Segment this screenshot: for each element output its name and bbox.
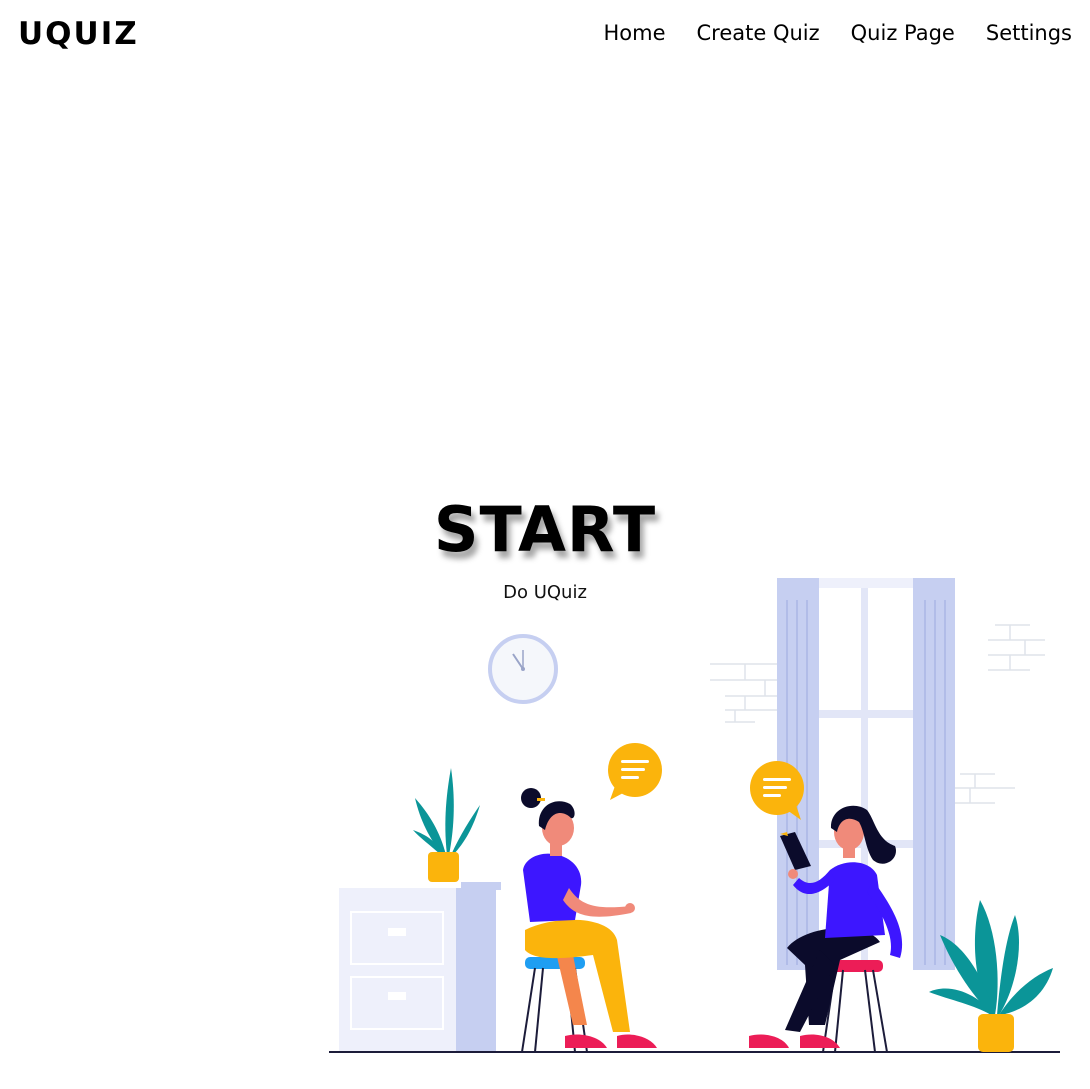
nav-links: Home Create Quiz Quiz Page Settings [603,16,1072,50]
hero-illustration [329,578,1060,1053]
nav-link-home[interactable]: Home [603,16,665,50]
brick-wall-right [955,624,1045,804]
navbar: UQUIZ Home Create Quiz Quiz Page Setting… [0,0,1090,70]
person-left [521,788,657,1048]
nav-link-create-quiz[interactable]: Create Quiz [696,16,819,50]
hero-title[interactable]: START [0,490,1090,570]
brick-wall-left [710,663,780,723]
brand-logo[interactable]: UQUIZ [18,12,139,56]
nav-link-quiz-page[interactable]: Quiz Page [851,16,955,50]
page: UQUIZ Home Create Quiz Quiz Page Setting… [0,0,1090,1089]
wall-clock-icon [488,634,558,704]
speech-bubble-icon [750,761,804,820]
nav-link-settings[interactable]: Settings [986,16,1072,50]
cabinet-icon [339,882,501,1052]
plant-icon [413,768,480,882]
speech-bubble-icon [608,743,662,800]
